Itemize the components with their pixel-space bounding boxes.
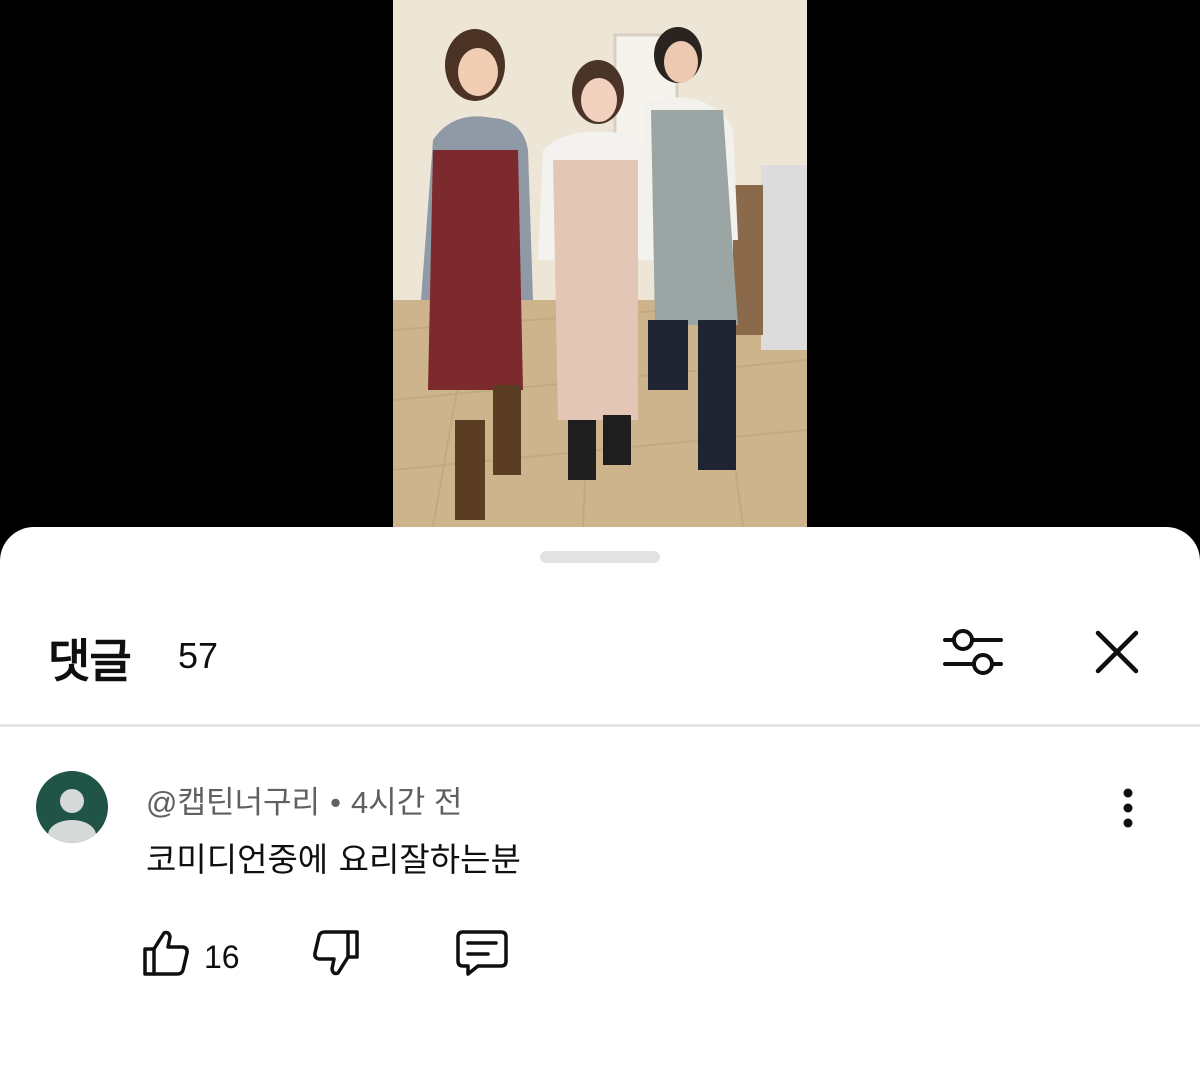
like-count: 16 — [204, 939, 240, 975]
more-vertical-icon — [1123, 788, 1133, 828]
close-icon — [1095, 630, 1139, 674]
comment-text: 코미디언중에 요리잘하는분 — [146, 840, 521, 879]
comment-more-button[interactable] — [1110, 783, 1146, 833]
like-button[interactable]: 16 — [140, 927, 240, 979]
video-scene-image — [393, 0, 807, 527]
avatar[interactable] — [36, 771, 108, 843]
comment-icon — [456, 930, 508, 976]
sort-filter-button[interactable] — [938, 617, 1008, 687]
drag-handle[interactable] — [540, 551, 660, 563]
comment-meta: @캡틴너구리 • 4시간 전 — [146, 777, 462, 822]
comment-time: 4시간 전 — [350, 785, 463, 820]
header-divider — [0, 724, 1200, 727]
comment-author[interactable]: @캡틴너구리 — [146, 785, 320, 820]
default-avatar-icon — [48, 789, 96, 843]
thumbs-down-icon — [313, 930, 359, 976]
sliders-icon — [943, 629, 1003, 675]
comments-count: 57 — [178, 635, 219, 676]
dislike-button[interactable] — [310, 927, 362, 979]
video-frame[interactable] — [393, 0, 807, 527]
reply-button[interactable] — [454, 927, 510, 979]
comments-sheet: 댓글 57 @캡틴너구리 • 4시간 전 코미디언중에 요리잘하는분 16 — [0, 527, 1200, 1067]
thumbs-up-icon — [143, 930, 189, 976]
comments-header: 댓글 57 — [0, 617, 1200, 697]
close-button[interactable] — [1082, 617, 1152, 687]
meta-separator: • — [330, 785, 341, 820]
comment-item: @캡틴너구리 • 4시간 전 코미디언중에 요리잘하는분 16 — [0, 767, 1200, 1027]
video-player[interactable] — [0, 0, 1200, 560]
comments-title: 댓글 — [48, 634, 132, 688]
